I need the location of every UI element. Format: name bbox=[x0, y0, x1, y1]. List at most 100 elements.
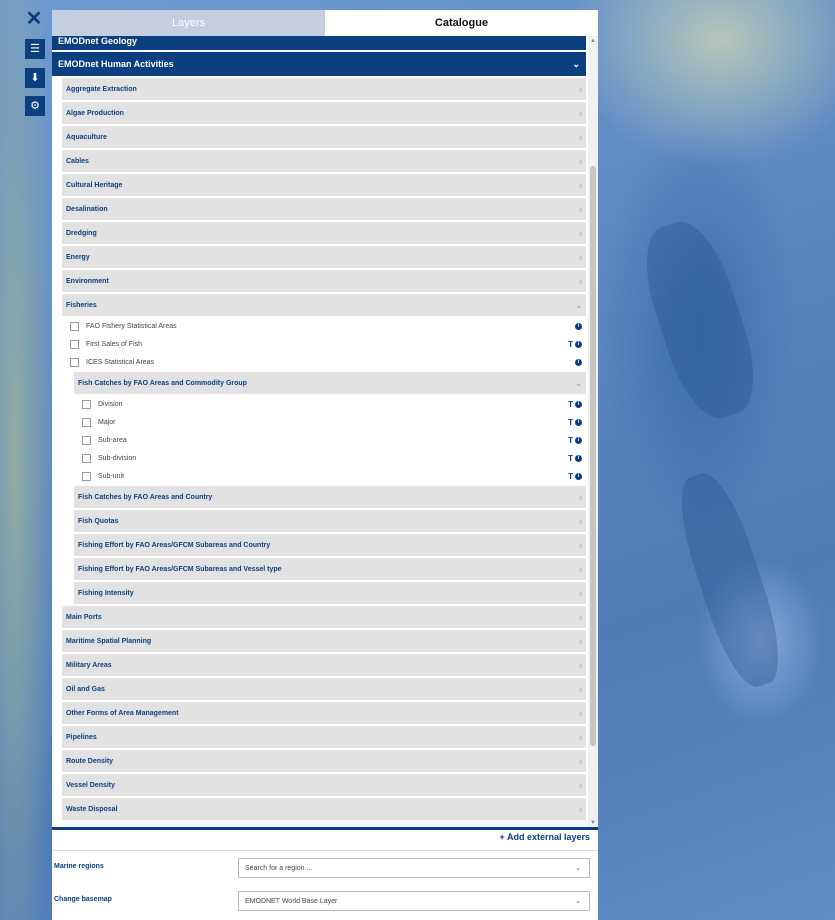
layer-tools: Ti bbox=[568, 450, 582, 468]
catalogue-item-fisheries-sub[interactable]: Fish Quotas › bbox=[74, 510, 586, 533]
layer-checkbox[interactable] bbox=[70, 358, 79, 367]
catalogue-item-item[interactable]: Waste Disposal › bbox=[62, 798, 586, 821]
catalogue-item-fisheries-sub[interactable]: Fishing Effort by FAO Areas/GFCM Subarea… bbox=[74, 534, 586, 557]
chevron-right-icon: › bbox=[579, 637, 582, 646]
catalogue-item-item[interactable]: Route Density › bbox=[62, 750, 586, 773]
table-tool-icon[interactable]: T bbox=[568, 436, 573, 445]
layer-checkbox[interactable] bbox=[70, 322, 79, 331]
chevron-right-icon: › bbox=[579, 133, 582, 142]
chevron-right-icon: › bbox=[579, 85, 582, 94]
layer-tools: Ti bbox=[568, 414, 582, 432]
catalogue-item-item[interactable]: Oil and Gas › bbox=[62, 678, 586, 701]
catalogue-item-item[interactable]: Main Ports › bbox=[62, 606, 586, 629]
catalogue-item-fisheries-sub[interactable]: Fish Catches by FAO Areas and Country › bbox=[74, 486, 586, 509]
layer-leaf-fish-catch: Sub-unit Ti bbox=[74, 468, 586, 486]
layer-checkbox[interactable] bbox=[82, 436, 91, 445]
catalogue-item-label: Energy bbox=[66, 254, 90, 261]
marine-regions-search-input[interactable]: Search for a region ... ⌄ bbox=[238, 858, 590, 878]
chevron-right-icon: › bbox=[579, 805, 582, 814]
scroll-down-arrow-icon[interactable]: ▼ bbox=[590, 820, 596, 826]
map-seafloor-ridge bbox=[631, 212, 769, 428]
group-header-geology[interactable]: EMODnet Geology bbox=[52, 36, 586, 50]
table-tool-icon[interactable]: T bbox=[568, 400, 573, 409]
catalogue-item-item[interactable]: Military Areas › bbox=[62, 654, 586, 677]
layer-leaf-fish-catch: Major Ti bbox=[74, 414, 586, 432]
add-external-layers-button[interactable]: + Add external layers bbox=[500, 832, 590, 842]
catalogue-item-label: Military Areas bbox=[66, 662, 112, 669]
catalogue-scrollbar[interactable]: ▲ ▼ bbox=[588, 36, 598, 828]
layer-checkbox[interactable] bbox=[82, 418, 91, 427]
layers-list-icon[interactable]: ☰ bbox=[25, 39, 45, 59]
layer-checkbox[interactable] bbox=[70, 340, 79, 349]
chevron-right-icon: › bbox=[579, 661, 582, 670]
chevron-right-icon: › bbox=[579, 181, 582, 190]
tab-layers[interactable]: Layers bbox=[52, 10, 325, 36]
catalogue-item-label: Dredging bbox=[66, 230, 97, 237]
close-panel-icon[interactable]: ✕ bbox=[23, 8, 45, 30]
scroll-up-arrow-icon[interactable]: ▲ bbox=[590, 38, 596, 44]
info-icon[interactable]: i bbox=[575, 419, 582, 427]
catalogue-item-fisheries-sub[interactable]: Fishing Effort by FAO Areas/GFCM Subarea… bbox=[74, 558, 586, 581]
layer-checkbox[interactable] bbox=[82, 454, 91, 463]
catalogue-item-fish-catches-commodity[interactable]: Fish Catches by FAO Areas and Commodity … bbox=[74, 372, 586, 395]
plus-icon: + bbox=[499, 832, 505, 842]
catalogue-item-label: Oil and Gas bbox=[66, 686, 105, 693]
catalogue-item-item[interactable]: Vessel Density › bbox=[62, 774, 586, 797]
table-tool-icon[interactable]: T bbox=[568, 418, 573, 427]
catalogue-item-item[interactable]: Dredging › bbox=[62, 222, 586, 245]
catalogue-item-fisheries[interactable]: Fisheries ⌄ bbox=[62, 294, 586, 317]
catalogue-item-label: Vessel Density bbox=[66, 782, 116, 789]
info-icon[interactable]: i bbox=[575, 455, 582, 463]
chevron-right-icon: › bbox=[579, 205, 582, 214]
layer-leaf-fish-catch: Sub-division Ti bbox=[74, 450, 586, 468]
catalogue-item-item[interactable]: Algae Production › bbox=[62, 102, 586, 125]
basemap-select[interactable]: EMODNET World Base Layer ⌄ bbox=[238, 891, 590, 911]
info-icon[interactable]: i bbox=[575, 323, 582, 331]
scroll-thumb[interactable] bbox=[590, 166, 596, 746]
info-icon[interactable]: i bbox=[575, 341, 582, 349]
settings-gear-icon[interactable]: ⚙ bbox=[25, 96, 45, 116]
layer-label: Sub-area bbox=[98, 437, 127, 444]
group-header-human-activities[interactable]: EMODnet Human Activities ⌄ bbox=[52, 52, 586, 76]
info-icon[interactable]: i bbox=[575, 473, 582, 481]
catalogue-item-item[interactable]: Cultural Heritage › bbox=[62, 174, 586, 197]
group-header-label: EMODnet Human Activities bbox=[58, 59, 174, 69]
catalogue-item-item[interactable]: Other Forms of Area Management › bbox=[62, 702, 586, 725]
catalogue-item-item[interactable]: Energy › bbox=[62, 246, 586, 269]
chevron-right-icon: › bbox=[579, 685, 582, 694]
catalogue-item-item[interactable]: Aquaculture › bbox=[62, 126, 586, 149]
catalogue-item-item[interactable]: Environment › bbox=[62, 270, 586, 293]
table-tool-icon[interactable]: T bbox=[568, 454, 573, 463]
catalogue-item-label: Route Density bbox=[66, 758, 114, 765]
catalogue-item-item[interactable]: Cables › bbox=[62, 150, 586, 173]
layer-label: ICES Statistical Areas bbox=[86, 359, 155, 366]
info-icon[interactable]: i bbox=[575, 359, 582, 367]
layer-checkbox[interactable] bbox=[82, 472, 91, 481]
catalogue-item-item[interactable]: Maritime Spatial Planning › bbox=[62, 630, 586, 653]
marine-regions-label: Marine regions bbox=[54, 863, 104, 870]
catalogue-item-label: Main Ports bbox=[66, 614, 102, 621]
chevron-right-icon: › bbox=[579, 781, 582, 790]
download-icon[interactable]: ⬇ bbox=[25, 68, 45, 88]
info-icon[interactable]: i bbox=[575, 401, 582, 409]
catalogue-item-label: Algae Production bbox=[66, 110, 124, 117]
table-tool-icon[interactable]: T bbox=[568, 340, 573, 349]
catalogue-item-label: Desalination bbox=[66, 206, 108, 213]
catalogue-item-item[interactable]: Pipelines › bbox=[62, 726, 586, 749]
chevron-right-icon: › bbox=[579, 709, 582, 718]
chevron-down-icon: ⌄ bbox=[575, 301, 582, 310]
catalogue-item-item[interactable]: Aggregate Extraction › bbox=[62, 78, 586, 101]
layer-label: Major bbox=[98, 419, 116, 426]
layer-tools: Ti bbox=[568, 336, 582, 354]
layer-label: Division bbox=[98, 401, 123, 408]
info-icon[interactable]: i bbox=[575, 437, 582, 445]
tab-catalogue[interactable]: Catalogue bbox=[325, 10, 598, 36]
layer-checkbox[interactable] bbox=[82, 400, 91, 409]
chevron-right-icon: › bbox=[579, 157, 582, 166]
layer-leaf-fish-catch: Sub-area Ti bbox=[74, 432, 586, 450]
catalogue-item-label: Pipelines bbox=[66, 734, 97, 741]
table-tool-icon[interactable]: T bbox=[568, 472, 573, 481]
catalogue-item-label: Cultural Heritage bbox=[66, 182, 123, 189]
catalogue-item-fisheries-sub[interactable]: Fishing Intensity › bbox=[74, 582, 586, 605]
catalogue-item-item[interactable]: Desalination › bbox=[62, 198, 586, 221]
